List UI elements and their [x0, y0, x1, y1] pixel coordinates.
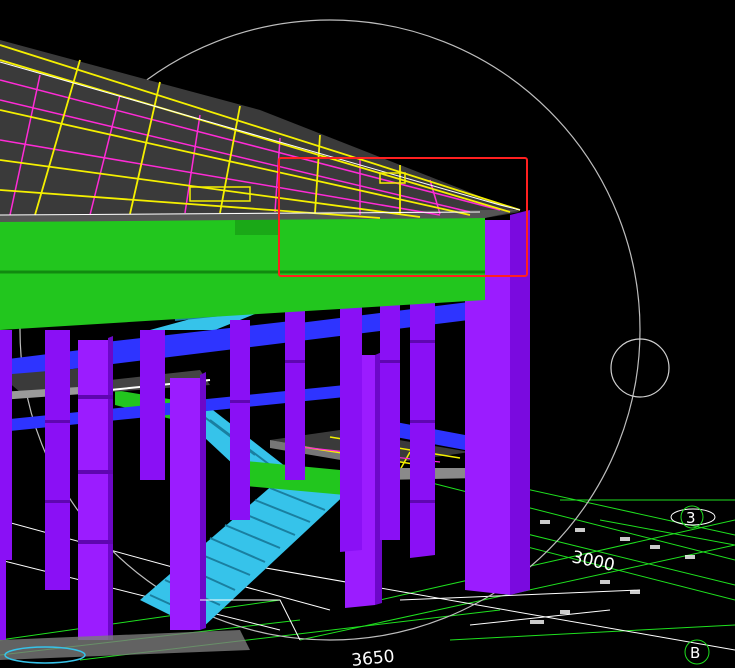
axis-marker-b-label: B — [690, 644, 700, 662]
dimension-label-3650: 3650 — [350, 647, 395, 668]
axis-marker-3[interactable]: 3 — [670, 505, 716, 529]
dimension-label-3000: 3000 — [570, 547, 616, 576]
axis-marker-3-label: 3 — [686, 509, 696, 527]
3d-model-viewport[interactable]: 3000 3650 3 B — [0, 0, 735, 668]
model-canvas[interactable]: 3000 3650 3 B — [0, 0, 735, 668]
floor-elements-bottom-left — [0, 599, 301, 664]
axis-marker-b[interactable]: B — [684, 639, 710, 665]
